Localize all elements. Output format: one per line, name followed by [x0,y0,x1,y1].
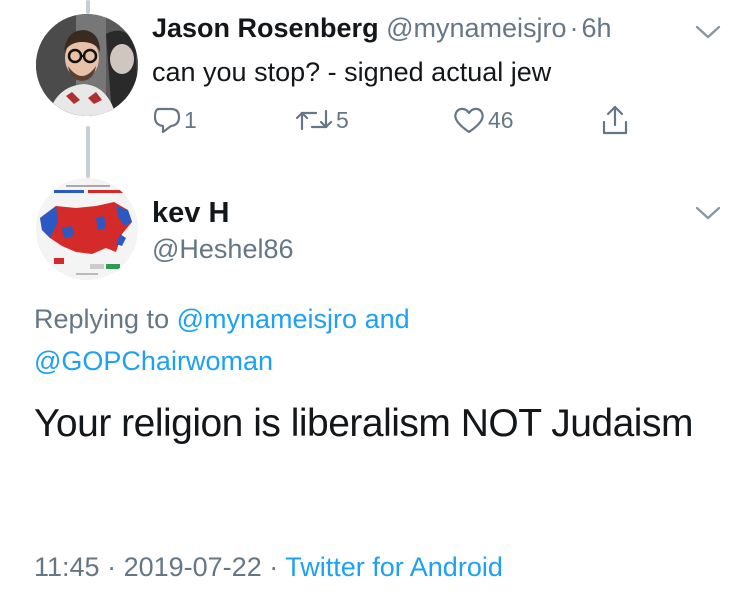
timestamp[interactable]: 6h [582,13,612,43]
avatar[interactable] [36,14,138,116]
separator: · [569,13,579,43]
source-link[interactable]: Twitter for Android [285,552,503,582]
tweet-actions: 1 5 46 [152,102,672,138]
thread-line [86,0,90,14]
thread-line [86,126,90,178]
chevron-down-icon[interactable] [693,203,723,223]
reply-button[interactable]: 1 [152,102,197,138]
mention-link[interactable]: @GOPChairwoman [34,346,273,376]
tweet-text: Your religion is liberalism NOT Judaism [34,402,693,445]
tweet-header: Jason Rosenberg @mynameisjro · 6h [152,13,612,44]
user-handle[interactable]: @Heshel86 [152,234,294,265]
display-name[interactable]: Jason Rosenberg [152,13,379,43]
replying-to: Replying to @mynameisjro and @GOPChairwo… [34,298,654,382]
heart-icon [454,107,484,134]
retweet-count: 5 [336,106,349,133]
tweet-date[interactable]: 2019-07-22 [124,552,262,582]
avatar[interactable] [36,178,138,280]
replying-label: Replying to [34,304,170,334]
chevron-down-icon[interactable] [693,22,723,42]
separator: · [107,552,117,582]
tweet-text: can you stop? - signed actual jew [152,57,552,87]
retweet-icon [295,109,333,131]
reply-icon [153,107,181,134]
user-handle[interactable]: @mynameisjro [386,13,566,43]
tweet-time[interactable]: 11:45 [34,552,100,582]
like-button[interactable]: 46 [452,102,514,138]
replying-and: and [364,304,410,334]
tweet-meta: 11:45 · 2019-07-22 · Twitter for Android [34,552,503,583]
reply-count: 1 [184,106,197,133]
separator: · [269,552,279,582]
share-button[interactable] [600,102,630,138]
share-icon [602,105,628,135]
like-count: 46 [488,106,514,133]
display-name[interactable]: kev H [152,197,229,230]
mention-link[interactable]: @mynameisjro [177,304,357,334]
retweet-button[interactable]: 5 [294,102,349,138]
